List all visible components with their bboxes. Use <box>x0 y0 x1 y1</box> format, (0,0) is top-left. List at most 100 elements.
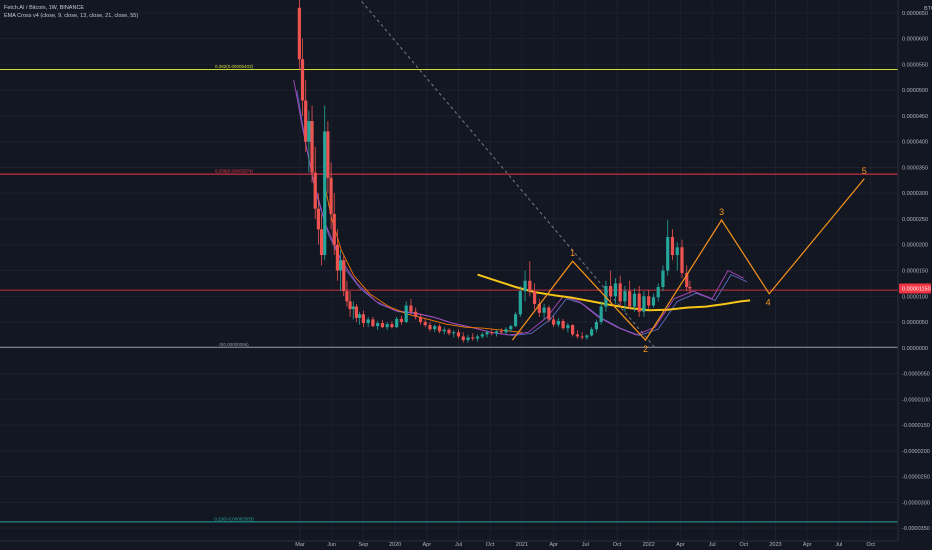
x-tick-label: 2022 <box>643 542 655 548</box>
x-tick-label: Apr <box>423 542 432 548</box>
candle-body <box>542 307 546 313</box>
wave-label: 2 <box>643 344 648 354</box>
x-tick-label: 2020 <box>389 542 401 548</box>
candle-body <box>297 7 301 60</box>
candle-body <box>609 285 613 297</box>
candle-body <box>656 286 660 298</box>
candle-body <box>338 260 343 271</box>
candle-body <box>433 326 437 330</box>
y-tick-label: -0.0000100 <box>902 397 930 403</box>
chart-legend: Fetch.AI / Bitcoin, 1W, BINANCE EMA Cros… <box>4 4 138 20</box>
y-tick-label: -0.0000200 <box>902 449 930 455</box>
candle-body <box>628 291 632 307</box>
candle-body <box>623 291 627 302</box>
y-tick-label: -0.0000250 <box>902 475 930 481</box>
price-chart[interactable]: 0(0.00006874)0.382(0.00005403)0.236(0.00… <box>0 0 932 550</box>
candle-body <box>409 305 413 312</box>
candle-body <box>509 326 513 330</box>
candle-body <box>323 131 327 256</box>
x-tick-label: 2021 <box>516 542 528 548</box>
y-axis[interactable]: 0.00007000.00006500.00006000.00005500.00… <box>897 0 932 550</box>
candle-body <box>348 301 352 310</box>
candle-body <box>666 237 670 271</box>
x-tick-label: Oct <box>740 542 749 548</box>
candle-body <box>395 318 399 328</box>
x-tick-label: Oct <box>486 542 495 548</box>
candle-body <box>599 306 603 323</box>
y-tick-label: 0.0000150 <box>902 269 928 275</box>
candle-body <box>504 329 508 333</box>
y-tick-label: 0.0000200 <box>902 243 928 249</box>
x-tick-label: Jun <box>327 542 336 548</box>
y-tick-label: -0.0000050 <box>902 372 930 378</box>
candle-body <box>637 293 641 312</box>
candle-body <box>332 213 336 245</box>
x-tick-label: Sep <box>359 542 369 548</box>
candle-body <box>316 208 320 230</box>
wave-label: 3 <box>719 207 724 217</box>
x-tick-label: Apr <box>676 542 685 548</box>
x-tick-label: Jul <box>455 542 462 548</box>
candle-body <box>556 320 560 325</box>
candle-body <box>528 280 532 292</box>
candle-body <box>385 324 389 328</box>
candle-body <box>688 286 692 289</box>
candle-body <box>437 326 442 332</box>
indicator-label[interactable]: EMA Cross v4 (close, 9, close, 13, close… <box>4 12 138 20</box>
wave-label: 4 <box>766 298 771 308</box>
y-tick-label: -0.0000150 <box>902 423 930 429</box>
candle-body <box>447 329 451 334</box>
candle-body <box>456 332 461 337</box>
chart-background <box>0 0 932 550</box>
candle-body <box>518 291 522 315</box>
candle-body <box>466 337 470 341</box>
candle-body <box>642 296 646 312</box>
candle-body <box>452 332 456 334</box>
candle-body <box>399 318 404 323</box>
candle-body <box>428 325 432 330</box>
y-tick-label: 0.0000400 <box>902 140 928 146</box>
candle-body <box>580 336 584 338</box>
candle <box>297 0 301 70</box>
y-tick-label: 0.0000500 <box>902 88 928 94</box>
fib-level-label: 0.236(-0.00003383) <box>214 516 254 521</box>
wave-label: 1 <box>570 248 575 258</box>
y-tick-label: 0.0000100 <box>902 294 928 300</box>
candle-body <box>335 244 340 271</box>
candle-body <box>490 332 494 334</box>
x-tick-label: Oct <box>613 542 622 548</box>
candle-body <box>661 270 665 287</box>
y-tick-label: 0.0000600 <box>902 37 928 43</box>
y-axis-background <box>898 0 932 550</box>
y-tick-label: -0.0000350 <box>902 526 930 532</box>
candle-body <box>300 59 305 101</box>
y-tick-label: -0.0000300 <box>902 500 930 506</box>
candle-body <box>571 325 575 335</box>
candle-body <box>354 306 359 318</box>
candle-body <box>475 336 480 339</box>
candle-body <box>380 323 385 328</box>
candle-body <box>345 291 349 302</box>
candle-body <box>590 329 594 336</box>
candle-body <box>319 229 324 256</box>
x-tick-label: Jul <box>835 542 842 548</box>
candle-body <box>651 297 656 306</box>
candle-body <box>361 314 365 324</box>
candle-body <box>575 334 579 337</box>
fib-level-label: 0.382(0.00005403) <box>215 64 254 69</box>
candle-body <box>329 177 333 214</box>
candle-body <box>307 121 311 142</box>
currency-label: BTC <box>924 6 932 12</box>
symbol-title[interactable]: Fetch.AI / Bitcoin, 1W, BINANCE <box>4 4 138 12</box>
candle-body <box>366 319 370 324</box>
x-tick-label: Apr <box>549 542 558 548</box>
y-tick-label: 0.0000050 <box>902 320 928 326</box>
candle-body <box>613 283 618 297</box>
candle <box>342 255 346 297</box>
candle-body <box>680 247 684 274</box>
x-tick-label: Mar <box>295 542 305 548</box>
wave-label: 5 <box>862 166 867 176</box>
candle-body <box>485 332 489 335</box>
candle-body <box>442 329 446 332</box>
x-tick-label: Jul <box>582 542 589 548</box>
